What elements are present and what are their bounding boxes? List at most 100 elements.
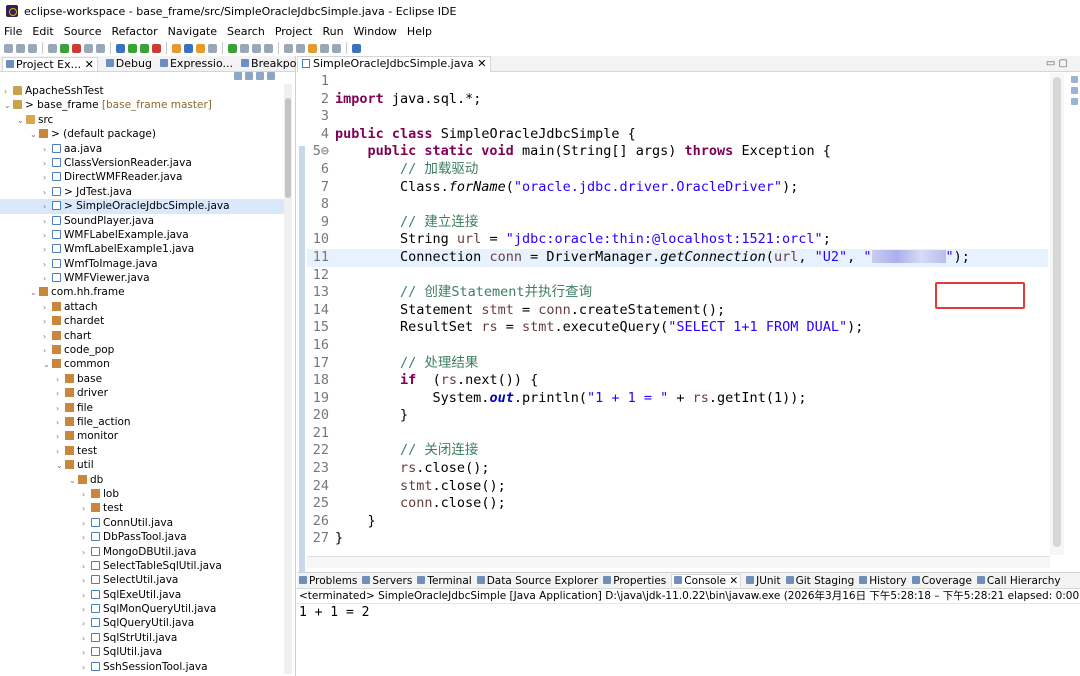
collapsed-chevron-icon[interactable]: › <box>82 488 91 502</box>
new-package-icon[interactable] <box>184 43 193 53</box>
collapsed-chevron-icon[interactable]: › <box>82 560 91 574</box>
bottom-tab-1[interactable]: Servers <box>362 575 412 587</box>
expanded-chevron-icon[interactable]: ⌄ <box>17 114 26 128</box>
collapsed-chevron-icon[interactable]: › <box>43 330 52 344</box>
collapsed-chevron-icon[interactable]: › <box>43 157 52 171</box>
terminate-icon[interactable] <box>72 43 81 53</box>
menu-refactor[interactable]: Refactor <box>112 25 158 38</box>
collapsed-chevron-icon[interactable]: › <box>82 502 91 516</box>
run-icon[interactable] <box>140 43 149 53</box>
print-icon[interactable] <box>48 43 57 53</box>
collapsed-chevron-icon[interactable]: › <box>43 200 52 214</box>
tree-file-item[interactable]: › WmfLabelExample1.java <box>0 242 284 256</box>
collapsed-chevron-icon[interactable]: › <box>82 617 91 631</box>
tree-folder-item[interactable]: ⌄ util <box>0 458 284 472</box>
tree-folder-item[interactable]: › monitor <box>0 429 284 443</box>
collapsed-chevron-icon[interactable]: › <box>43 143 52 157</box>
collapsed-chevron-icon[interactable]: › <box>82 603 91 617</box>
tree-file-item[interactable]: › SqlQueryUtil.java <box>0 616 284 630</box>
filter-icon[interactable] <box>256 72 264 80</box>
tree-folder-item[interactable]: › code_pop <box>0 343 284 357</box>
link-with-editor-icon[interactable] <box>245 72 253 80</box>
collapsed-chevron-icon[interactable]: › <box>56 402 65 416</box>
tree-file-item[interactable]: › SshSessionTool.java <box>0 660 284 674</box>
editor-vertical-scrollbar[interactable] <box>1050 73 1064 555</box>
tree-file-item[interactable]: › SqlMonQueryUtil.java <box>0 602 284 616</box>
tree-folder-item[interactable]: › chardet <box>0 314 284 328</box>
collapsed-chevron-icon[interactable]: › <box>56 445 65 459</box>
collapsed-chevron-icon[interactable]: › <box>43 171 52 185</box>
tree-folder-item[interactable]: › test <box>0 444 284 458</box>
previous-annotation-icon[interactable] <box>296 43 305 53</box>
collapsed-chevron-icon[interactable]: › <box>82 517 91 531</box>
next-annotation-icon[interactable] <box>284 43 293 53</box>
tree-file-item[interactable]: › SqlExeUtil.java <box>0 588 284 602</box>
tree-file-item[interactable]: › MongoDBUtil.java <box>0 545 284 559</box>
toggle-mark-icon[interactable] <box>240 43 249 53</box>
menu-search[interactable]: Search <box>227 25 265 38</box>
menu-source[interactable]: Source <box>64 25 102 38</box>
open-type-icon[interactable] <box>208 43 217 53</box>
outline-icon[interactable] <box>1070 76 1078 83</box>
bottom-tab-3[interactable]: Data Source Explorer <box>476 575 598 587</box>
forward-icon[interactable] <box>332 43 341 53</box>
collapsed-chevron-icon[interactable]: › <box>82 574 91 588</box>
menu-file[interactable]: File <box>4 25 22 38</box>
new-icon[interactable] <box>4 43 13 53</box>
tree-folder-item[interactable]: › test <box>0 501 284 515</box>
collapsed-chevron-icon[interactable]: › <box>43 186 52 200</box>
collapsed-chevron-icon[interactable]: › <box>43 272 52 286</box>
tree-folder-item[interactable]: › chart <box>0 329 284 343</box>
tree-folder-item[interactable]: › driver <box>0 386 284 400</box>
tree-file-item[interactable]: › > SimpleOracleJdbcSimple.java <box>0 199 284 214</box>
task-list-icon[interactable] <box>1070 87 1078 94</box>
scrollbar-thumb[interactable] <box>285 98 291 198</box>
show-whitespace-icon[interactable] <box>252 43 261 53</box>
collapsed-chevron-icon[interactable]: › <box>56 430 65 444</box>
left-tab-0[interactable]: Project Ex... ✕ <box>2 56 98 71</box>
tree-file-item[interactable]: › WmfToImage.java <box>0 257 284 271</box>
save-icon[interactable] <box>16 43 25 53</box>
tree-file-item[interactable]: › > JdTest.java <box>0 185 284 199</box>
expanded-chevron-icon[interactable]: ⌄ <box>4 99 13 113</box>
left-tab-2[interactable]: Expressio... <box>159 57 233 70</box>
menu-window[interactable]: Window <box>354 25 397 38</box>
expanded-chevron-icon[interactable]: ⌄ <box>30 128 39 142</box>
step-over-icon[interactable] <box>96 43 105 53</box>
tree-file-item[interactable]: › DirectWMFReader.java <box>0 170 284 184</box>
editor-minimize-maximize-icons[interactable]: ▭ ▢ <box>1046 58 1068 69</box>
collapsed-chevron-icon[interactable]: › <box>82 589 91 603</box>
bottom-tab-2[interactable]: Terminal <box>417 575 472 587</box>
tree-file-item[interactable]: › SqlStrUtil.java <box>0 631 284 645</box>
collapse-all-icon[interactable] <box>234 72 242 80</box>
perspective-icon[interactable] <box>352 43 361 53</box>
tree-file-item[interactable]: › WMFViewer.java <box>0 271 284 285</box>
collapsed-chevron-icon[interactable]: › <box>4 85 13 99</box>
collapsed-chevron-icon[interactable]: › <box>43 229 52 243</box>
expanded-chevron-icon[interactable]: ⌄ <box>56 459 65 473</box>
collapsed-chevron-icon[interactable]: › <box>82 546 91 560</box>
collapsed-chevron-icon[interactable]: › <box>56 373 65 387</box>
tree-folder-item[interactable]: ⌄ db <box>0 473 284 487</box>
tree-folder-item[interactable]: ⌄ > base_frame [base_frame master] <box>0 98 284 112</box>
tree-folder-item[interactable]: › base <box>0 372 284 386</box>
tree-file-item[interactable]: › ConnUtil.java <box>0 516 284 530</box>
menu-project[interactable]: Project <box>275 25 313 38</box>
tree-file-item[interactable]: › SelectUtil.java <box>0 573 284 587</box>
collapsed-chevron-icon[interactable]: › <box>43 258 52 272</box>
editor-horizontal-scrollbar[interactable] <box>307 556 1050 568</box>
bottom-tab-10[interactable]: Call Hierarchy <box>976 575 1061 587</box>
tree-folder-item[interactable]: › file_action <box>0 415 284 429</box>
collapsed-chevron-icon[interactable]: › <box>43 215 52 229</box>
bottom-tab-6[interactable]: JUnit <box>746 575 781 587</box>
back-icon[interactable] <box>320 43 329 53</box>
search-icon[interactable] <box>228 43 237 53</box>
collapsed-chevron-icon[interactable]: › <box>82 632 91 646</box>
collapsed-chevron-icon[interactable]: › <box>56 416 65 430</box>
new-class-icon[interactable] <box>196 43 205 53</box>
view-icon[interactable] <box>1070 98 1078 105</box>
bottom-tab-5[interactable]: Console ✕ <box>671 574 742 587</box>
tree-file-item[interactable]: › SqlUtil.java <box>0 645 284 659</box>
tree-folder-item[interactable]: ⌄ src <box>0 113 284 127</box>
tree-folder-item[interactable]: › lob <box>0 487 284 501</box>
